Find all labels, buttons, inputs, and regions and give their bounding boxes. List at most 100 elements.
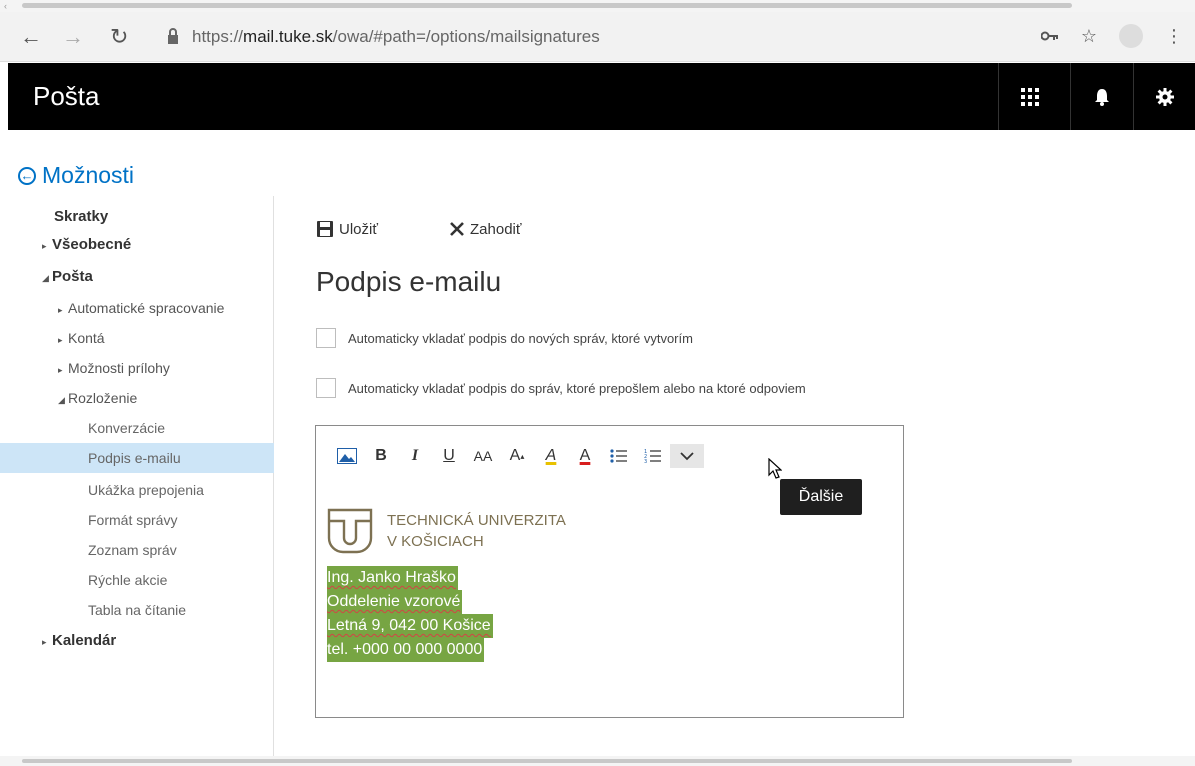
italic-button[interactable]: I	[398, 444, 432, 468]
sidebar-item-label: Ukážka prepojenia	[88, 482, 204, 498]
auto-signature-reply-checkbox[interactable]	[316, 378, 336, 398]
more-options-button[interactable]	[670, 444, 704, 468]
menu-dots-icon[interactable]: ⋮	[1165, 26, 1183, 47]
app-header: Pošta	[8, 63, 1195, 130]
scroll-left-icon[interactable]: ‹	[4, 0, 7, 12]
back-circle-icon: ←	[18, 166, 36, 185]
bold-button[interactable]: B	[364, 444, 398, 468]
tuke-logo-icon	[327, 508, 373, 554]
scrollbar-thumb[interactable]	[22, 3, 1072, 8]
collapsed-triangle-icon: ▸	[58, 365, 63, 375]
collapsed-triangle-icon: ▸	[58, 305, 63, 315]
sidebar-item-quick-actions[interactable]: Rýchle akcie	[0, 565, 274, 595]
svg-text:3: 3	[644, 459, 647, 464]
numbering-button[interactable]: 123	[636, 444, 670, 468]
logo-line-2: V KOŠICIACH	[387, 533, 484, 550]
sidebar-item-attachment-options[interactable]: ▸ Možnosti prílohy	[0, 353, 274, 383]
sidebar-item-message-list[interactable]: Zoznam správ	[0, 535, 274, 565]
sidebar-item-label: Tabla na čítanie	[88, 602, 187, 618]
underline-icon: U	[443, 447, 455, 464]
app-launcher-button[interactable]	[998, 63, 1060, 130]
sidebar-item-reading-pane[interactable]: Tabla na čítanie	[0, 595, 274, 625]
collapsed-triangle-icon: ▸	[42, 241, 47, 251]
signature-address: Letná 9, 042 00 Košice	[327, 614, 493, 638]
sidebar-item-label: Skratky	[54, 208, 109, 225]
sidebar-item-label: Rozloženie	[68, 390, 138, 406]
save-label: Uložiť	[339, 220, 378, 238]
bulleted-list-icon	[610, 449, 627, 463]
url-path: /owa/#path=/options/mailsignatures	[332, 27, 600, 46]
save-disk-icon	[317, 221, 333, 237]
lock-icon	[168, 28, 178, 44]
page-title: Podpis e-mailu	[316, 266, 502, 297]
sidebar-item-layout[interactable]: ◢ Rozloženie	[0, 383, 274, 413]
sidebar-item-label: Automatické spracovanie	[68, 300, 225, 316]
tooltip-text: Ďalšie	[798, 488, 844, 505]
sidebar-item-shortcuts[interactable]: Skratky	[0, 202, 274, 232]
collapsed-triangle-icon: ▸	[42, 637, 47, 647]
sidebar-item-conversations[interactable]: Konverzácie	[0, 413, 274, 443]
highlight-icon: A	[545, 447, 557, 464]
font-color-icon: A	[579, 447, 591, 464]
close-icon	[450, 222, 464, 236]
auto-signature-new-checkbox-row[interactable]: Automaticky vkladať podpis do nových spr…	[316, 327, 693, 349]
sidebar-item-label: Konverzácie	[88, 420, 166, 436]
sidebar-item-label: Formát správy	[88, 512, 178, 528]
notifications-button[interactable]	[1070, 63, 1132, 130]
url-scheme: https://	[192, 27, 244, 46]
sidebar-item-mail[interactable]: ◢ Pošta	[0, 262, 274, 292]
top-scrollbar[interactable]: ‹	[0, 0, 1195, 12]
back-arrow-icon[interactable]: ←	[20, 24, 42, 50]
sidebar-item-automatic-processing[interactable]: ▸ Automatické spracovanie	[0, 293, 274, 323]
discard-button[interactable]: Zahodiť	[450, 216, 522, 242]
university-logo: TECHNICKÁ UNIVERZITA V KOŠICIACH	[327, 508, 566, 554]
sidebar-item-link-preview[interactable]: Ukážka prepojenia	[0, 475, 274, 505]
settings-button[interactable]	[1133, 63, 1195, 130]
auto-signature-reply-checkbox-row[interactable]: Automaticky vkladať podpis do správ, kto…	[316, 377, 806, 399]
mouse-cursor-icon	[768, 458, 782, 479]
browser-toolbar: ← → ↻ https://mail.tuke.sk/owa/#path=/op…	[0, 12, 1195, 62]
checkbox-label: Automaticky vkladať podpis do správ, kto…	[348, 380, 806, 396]
auto-signature-new-checkbox[interactable]	[316, 328, 336, 348]
signature-name: Ing. Janko Hraško	[327, 566, 458, 590]
font-color-button[interactable]: A	[568, 444, 602, 468]
sidebar-item-label: Kalendár	[52, 632, 117, 649]
save-button[interactable]: Uložiť	[317, 216, 378, 242]
address-bar[interactable]: https://mail.tuke.sk/owa/#path=/options/…	[192, 27, 600, 47]
sidebar-item-message-format[interactable]: Formát správy	[0, 505, 274, 535]
numbered-list-icon: 123	[644, 449, 661, 464]
scrollbar-thumb[interactable]	[22, 759, 1072, 763]
options-back-link[interactable]: ← Možnosti	[18, 162, 134, 189]
more-tooltip: Ďalšie	[780, 479, 862, 515]
sidebar-item-label: Podpis e-mailu	[88, 450, 181, 466]
signature-department: Oddelenie vzorové	[327, 590, 463, 614]
bullets-button[interactable]	[602, 444, 636, 468]
sidebar-item-label: Zoznam správ	[88, 542, 177, 558]
sidebar-item-accounts[interactable]: ▸ Kontá	[0, 323, 274, 353]
bold-icon: B	[375, 447, 387, 464]
highlight-button[interactable]: A	[534, 444, 568, 468]
key-icon[interactable]	[1040, 31, 1059, 41]
options-label: Možnosti	[42, 162, 135, 188]
font-size-button[interactable]: AA	[466, 444, 500, 468]
picture-icon	[337, 448, 357, 464]
bottom-scrollbar[interactable]	[0, 756, 1195, 766]
sidebar-item-calendar[interactable]: ▸ Kalendár	[0, 626, 274, 656]
insert-picture-button[interactable]	[330, 444, 364, 468]
underline-button[interactable]: U	[432, 444, 466, 468]
reload-icon[interactable]: ↻	[110, 24, 128, 50]
sidebar-item-label: Rýchle akcie	[88, 572, 168, 588]
sidebar-item-label: Kontá	[68, 330, 105, 346]
forward-arrow-icon[interactable]: →	[62, 24, 84, 50]
profile-avatar[interactable]	[1119, 24, 1143, 48]
grow-font-icon: A	[509, 447, 521, 464]
discard-label: Zahodiť	[470, 220, 522, 238]
sidebar-item-general[interactable]: ▸ Všeobecné	[0, 230, 274, 260]
options-sidebar: Skratky ▸ Všeobecné ◢ Pošta ▸ Automatické s…	[0, 196, 274, 756]
expanded-triangle-icon: ◢	[42, 273, 49, 283]
collapsed-triangle-icon: ▸	[58, 335, 63, 345]
bookmark-star-icon[interactable]: ☆	[1081, 26, 1097, 47]
grow-font-button[interactable]: A ▴	[500, 444, 534, 468]
sidebar-item-email-signature[interactable]: Podpis e-mailu	[0, 443, 274, 473]
sidebar-item-label: Možnosti prílohy	[68, 360, 170, 376]
